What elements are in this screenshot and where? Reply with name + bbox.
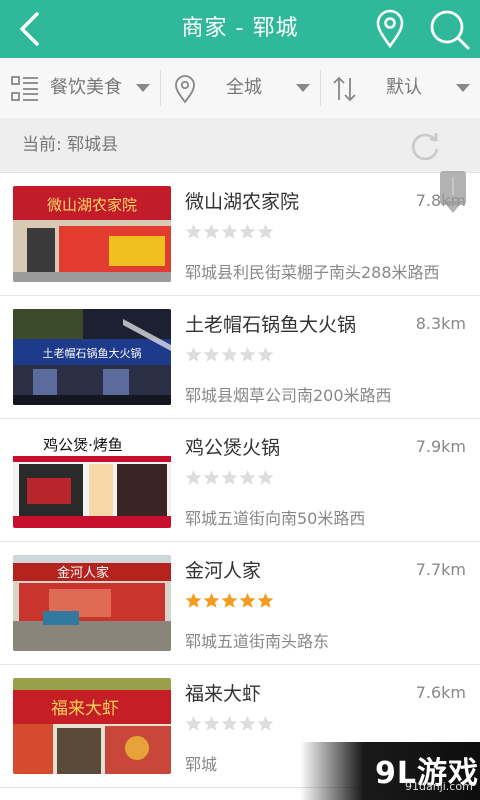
star-icon bbox=[185, 223, 202, 239]
storefront-sign: 鸡公煲·烤鱼 bbox=[43, 436, 123, 454]
sort-filter[interactable]: 默认 bbox=[320, 58, 480, 118]
top-app-bar: 商家 - 郓城 bbox=[0, 0, 480, 58]
merchant-photo: 鸡公煲·烤鱼 bbox=[13, 432, 171, 528]
storefront-sign: 微山湖农家院 bbox=[47, 196, 137, 214]
merchant-photo: 福来大虾 bbox=[13, 678, 171, 774]
rating-stars bbox=[185, 592, 275, 612]
sort-arrows-icon bbox=[333, 76, 356, 102]
star-icon bbox=[221, 715, 238, 731]
star-icon bbox=[239, 592, 256, 608]
merchant-name: 鸡公煲火锅 bbox=[185, 437, 281, 459]
star-icon bbox=[257, 592, 274, 608]
star-icon bbox=[185, 346, 202, 362]
area-filter-label: 全城 bbox=[226, 77, 262, 98]
area-filter[interactable]: 全城 bbox=[160, 58, 320, 118]
merchant-address: 郓城县利民街菜棚子南头288米路西 bbox=[185, 263, 440, 282]
rating-stars bbox=[185, 469, 275, 489]
merchant-name: 微山湖农家院 bbox=[185, 191, 300, 213]
merchant-item[interactable]: 鸡公煲·烤鱼 鸡公煲火锅 7.9km 郓城五道街向南50米路西 bbox=[0, 419, 480, 542]
star-icon bbox=[185, 592, 202, 608]
merchant-address: 郓城五道街向南50米路西 bbox=[185, 509, 366, 528]
star-icon bbox=[257, 715, 274, 731]
rating-stars bbox=[185, 223, 275, 243]
merchant-address: 郓城五道街南头路东 bbox=[185, 632, 330, 651]
category-filter-label: 餐饮美食 bbox=[50, 77, 122, 98]
merchant-name: 福来大虾 bbox=[185, 683, 262, 705]
star-icon bbox=[221, 223, 238, 239]
star-icon bbox=[185, 469, 202, 485]
category-filter[interactable]: 餐饮美食 bbox=[0, 58, 160, 118]
location-pin-icon bbox=[175, 75, 195, 104]
storefront-sign: 土老帽石锅鱼大火锅 bbox=[43, 346, 142, 360]
rating-stars bbox=[185, 715, 275, 735]
location-pin-icon[interactable] bbox=[370, 8, 410, 50]
star-icon bbox=[239, 346, 256, 362]
merchant-address: 郓城县烟草公司南200米路西 bbox=[185, 386, 392, 405]
merchant-distance: 7.6km bbox=[415, 683, 466, 702]
storefront-sign: 金河人家 bbox=[57, 565, 109, 581]
scrollbar-thumb[interactable] bbox=[440, 171, 466, 215]
star-icon bbox=[239, 223, 256, 239]
merchant-distance: 7.9km bbox=[415, 437, 466, 456]
star-icon bbox=[203, 346, 220, 362]
merchant-item[interactable]: 土老帽石锅鱼大火锅 土老帽石锅鱼大火锅 8.3km 郓城县烟草公司南200米路西 bbox=[0, 296, 480, 419]
star-icon bbox=[185, 715, 202, 731]
star-icon bbox=[221, 592, 238, 608]
star-icon bbox=[239, 715, 256, 731]
star-icon bbox=[203, 715, 220, 731]
chevron-down-icon bbox=[456, 84, 470, 92]
current-location-bar: 当前: 郓城县 bbox=[0, 118, 480, 173]
star-icon bbox=[203, 223, 220, 239]
storefront-sign: 福来大虾 bbox=[51, 699, 119, 719]
merchant-photo: 金河人家 bbox=[13, 555, 171, 651]
star-icon bbox=[257, 346, 274, 362]
current-location-label: 当前: 郓城县 bbox=[22, 135, 119, 155]
merchant-photo: 土老帽石锅鱼大火锅 bbox=[13, 309, 171, 405]
merchant-photo: 微山湖农家院 bbox=[13, 186, 171, 282]
star-icon bbox=[203, 469, 220, 485]
star-icon bbox=[257, 223, 274, 239]
search-icon[interactable] bbox=[426, 6, 472, 52]
merchant-name: 金河人家 bbox=[185, 560, 262, 582]
star-icon bbox=[239, 469, 256, 485]
merchant-distance: 7.7km bbox=[415, 560, 466, 579]
merchant-item[interactable]: 金河人家 金河人家 7.7km 郓城五道街南头路东 bbox=[0, 542, 480, 665]
merchant-item[interactable]: 微山湖农家院 微山湖农家院 7.8km 郓城县利民街菜棚子南头288米路西 bbox=[0, 173, 480, 296]
filter-bar: 餐饮美食 全城 默认 bbox=[0, 58, 480, 119]
star-icon bbox=[257, 469, 274, 485]
star-icon bbox=[203, 592, 220, 608]
chevron-down-icon bbox=[136, 84, 150, 92]
star-icon bbox=[221, 469, 238, 485]
star-icon bbox=[221, 346, 238, 362]
rating-stars bbox=[185, 346, 275, 366]
list-grid-icon bbox=[11, 76, 38, 101]
merchant-address: 郓城 bbox=[185, 755, 218, 774]
chevron-down-icon bbox=[296, 84, 310, 92]
watermark-url: 91danji.com bbox=[405, 780, 473, 793]
merchant-name: 土老帽石锅鱼大火锅 bbox=[185, 314, 357, 336]
sort-filter-label: 默认 bbox=[386, 77, 422, 98]
merchant-distance: 8.3km bbox=[415, 314, 466, 333]
refresh-icon[interactable] bbox=[408, 130, 442, 164]
